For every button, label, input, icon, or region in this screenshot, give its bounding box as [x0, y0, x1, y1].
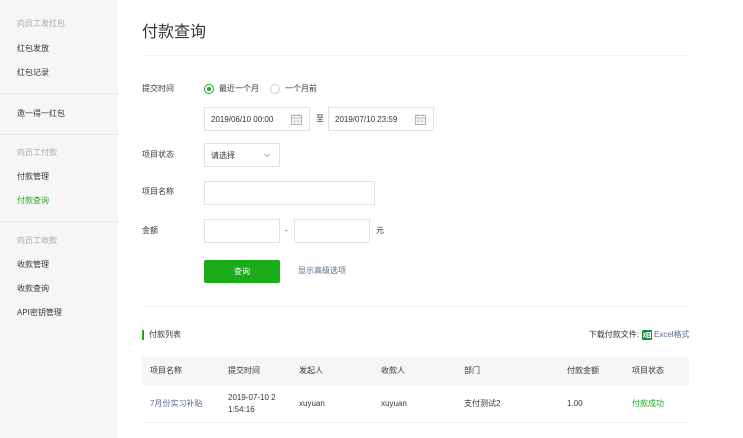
sidebar-group-send-red-packet: 向员工发红包 — [17, 19, 65, 28]
department-cell: 支付测试2 — [464, 399, 501, 408]
start-date-value: 2019/06/10 00:00 — [211, 115, 274, 124]
column-header-project-name: 项目名称 — [150, 366, 182, 375]
list-title-accent-bar — [142, 330, 144, 340]
sidebar-divider — [0, 221, 118, 222]
excel-format-link[interactable]: Excel格式 — [654, 330, 690, 340]
project-status-label: 项目状态 — [142, 150, 174, 159]
download-file-label: 下载付款文件: — [588, 330, 639, 339]
column-header-payee: 收款人 — [381, 366, 405, 375]
chevron-down-icon — [264, 153, 270, 158]
calendar-icon — [415, 114, 426, 125]
amount-cell: 1.00 — [567, 399, 583, 408]
table-row: 7月份实习补贴 2019-07-10 2 1:54:16 xuyuan xuyu… — [142, 385, 689, 423]
submit-time-line2: 1:54:16 — [228, 405, 255, 414]
calendar-icon — [291, 114, 302, 125]
title-divider — [142, 55, 689, 56]
project-status-value: 请选择 — [211, 151, 235, 160]
sidebar-item-invite-red-packet[interactable]: 邀一得一红包 — [17, 109, 65, 119]
amount-range-dash: - — [285, 226, 288, 235]
table-header: 项目名称 提交时间 发起人 收款人 部门 付款金额 项目状态 — [142, 357, 689, 385]
end-date-value: 2019/07/10 23:59 — [335, 115, 398, 124]
status-badge: 付款成功 — [632, 399, 664, 408]
page-title: 付款查询 — [142, 24, 207, 41]
sidebar-item-payment-query[interactable]: 付款查询 — [17, 196, 49, 206]
project-name-label: 项目名称 — [142, 187, 174, 196]
project-name-link[interactable]: 7月份实习补贴 — [150, 399, 202, 409]
project-name-input[interactable] — [204, 181, 375, 205]
amount-label: 金额 — [142, 226, 158, 235]
query-button[interactable]: 查询 — [204, 260, 280, 283]
project-status-select[interactable]: 请选择 — [204, 143, 280, 167]
radio-last-month[interactable] — [204, 84, 214, 94]
show-advanced-options-link[interactable]: 显示高级选项 — [298, 266, 346, 276]
column-header-status: 项目状态 — [632, 366, 664, 375]
initiator-cell: xuyuan — [299, 399, 325, 408]
column-header-amount: 付款金额 — [567, 366, 599, 375]
section-divider — [142, 306, 689, 307]
sidebar-group-collect-from-employees: 向员工收款 — [17, 236, 57, 245]
column-header-department: 部门 — [464, 366, 480, 375]
radio-month-ago-label[interactable]: 一个月前 — [285, 84, 317, 94]
payment-list-title: 付款列表 — [149, 330, 181, 339]
end-date-picker[interactable]: 2019/07/10 23:59 — [328, 107, 434, 131]
date-range-separator: 至 — [316, 114, 324, 123]
sidebar-divider — [0, 134, 118, 135]
sidebar-item-payment-management[interactable]: 付款管理 — [17, 172, 49, 182]
submit-time-line1: 2019-07-10 2 — [228, 393, 276, 402]
amount-min-input[interactable] — [204, 219, 280, 243]
sidebar: 向员工发红包 红包发放 红包记录 邀一得一红包 向员工付款 付款管理 付款查询 … — [0, 0, 118, 438]
sidebar-divider — [0, 93, 118, 94]
amount-max-input[interactable] — [294, 219, 370, 243]
sidebar-group-pay-employees: 向员工付款 — [17, 148, 57, 157]
sidebar-item-collection-query[interactable]: 收款查询 — [17, 284, 49, 294]
sidebar-item-api-key-management[interactable]: API密钥管理 — [17, 308, 62, 318]
payee-cell: xuyuan — [381, 399, 407, 408]
column-header-initiator: 发起人 — [299, 366, 323, 375]
submit-time-label: 提交时间 — [142, 84, 174, 93]
radio-last-month-label[interactable]: 最近一个月 — [219, 84, 259, 94]
excel-icon[interactable] — [642, 330, 652, 340]
column-header-submit-time: 提交时间 — [228, 366, 260, 375]
radio-month-ago[interactable] — [270, 84, 280, 94]
amount-unit: 元 — [376, 226, 384, 235]
sidebar-item-red-packet-send[interactable]: 红包发放 — [17, 44, 49, 54]
sidebar-item-collection-management[interactable]: 收款管理 — [17, 260, 49, 270]
start-date-picker[interactable]: 2019/06/10 00:00 — [204, 107, 310, 131]
sidebar-item-red-packet-records[interactable]: 红包记录 — [17, 68, 49, 78]
